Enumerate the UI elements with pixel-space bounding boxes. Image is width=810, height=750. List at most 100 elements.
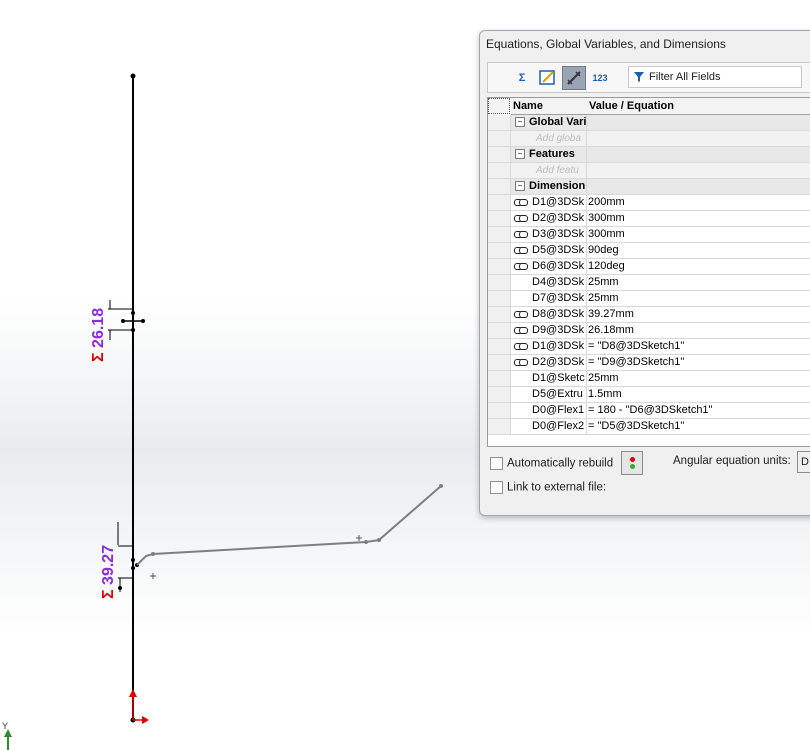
- sketch-point[interactable]: [118, 586, 122, 590]
- dimension-value-cell[interactable]: 25mm: [587, 275, 810, 291]
- dimension-lower[interactable]: Σ 39.27: [100, 545, 118, 599]
- dimension-name-cell[interactable]: D9@3DSk: [511, 323, 587, 339]
- filter-field[interactable]: Filter All Fields: [628, 66, 802, 88]
- sketch-point[interactable]: [364, 540, 368, 544]
- link-external-option[interactable]: Link to external file:: [490, 481, 606, 494]
- dimension-name-cell[interactable]: D1@3DSk: [511, 195, 587, 211]
- sketch-point[interactable]: [130, 73, 136, 79]
- dimension-name-cell[interactable]: D5@3DSk: [511, 243, 587, 259]
- equations-table[interactable]: Name Value / Equation − Global Vari Add g…: [487, 97, 810, 447]
- row-header: [488, 291, 511, 307]
- dimension-name-cell[interactable]: D4@3DSk: [511, 275, 587, 291]
- dimension-name-cell[interactable]: D2@3DSk: [511, 355, 587, 371]
- link-icon: [514, 326, 528, 334]
- dimension-value-cell[interactable]: 25mm: [587, 291, 810, 307]
- dimension-name: D1@3DSk: [532, 340, 585, 352]
- table-row[interactable]: D8@3DSk 39.27mm: [488, 307, 810, 323]
- dimension-value-cell[interactable]: 120deg: [587, 259, 810, 275]
- collapse-icon[interactable]: −: [515, 117, 525, 128]
- dimension-value-cell[interactable]: 90deg: [587, 243, 810, 259]
- sketch-equation-view-icon: [539, 70, 555, 85]
- dimension-value-cell[interactable]: 1.5mm: [587, 387, 810, 403]
- row-header-corner[interactable]: [488, 98, 510, 114]
- row-header: [488, 355, 511, 371]
- table-row[interactable]: D0@Flex1 = 180 - "D6@3DSketch1": [488, 403, 810, 419]
- link-external-checkbox[interactable]: [490, 481, 503, 494]
- dimension-name-cell[interactable]: D2@3DSk: [511, 211, 587, 227]
- table-row[interactable]: D4@3DSk 25mm: [488, 275, 810, 291]
- dimension-name-cell[interactable]: D6@3DSk: [511, 259, 587, 275]
- sketch-point[interactable]: [121, 319, 125, 323]
- add-global-input[interactable]: Add globa: [511, 131, 587, 147]
- dimension-upper[interactable]: Σ 26.18: [90, 308, 108, 362]
- dimension-value-cell[interactable]: 200mm: [587, 195, 810, 211]
- dimension-name: D4@3DSk: [532, 276, 585, 288]
- sketch-point[interactable]: [131, 328, 135, 332]
- dimension-view-button[interactable]: [562, 66, 586, 90]
- table-row[interactable]: D5@3DSk 90deg: [488, 243, 810, 259]
- dimension-name-cell[interactable]: D3@3DSk: [511, 227, 587, 243]
- dimension-name-cell[interactable]: D7@3DSk: [511, 291, 587, 307]
- sketch-point[interactable]: [141, 319, 145, 323]
- add-feature-input[interactable]: Add featu: [511, 163, 587, 179]
- sketch-point[interactable]: [377, 538, 381, 542]
- sketch-path-3d[interactable]: [136, 485, 442, 566]
- table-row[interactable]: D1@Sketc 25mm: [488, 371, 810, 387]
- collapse-icon[interactable]: −: [515, 181, 525, 192]
- dimension-value-cell[interactable]: = "D8@3DSketch1": [587, 339, 810, 355]
- collapse-icon[interactable]: −: [515, 149, 525, 160]
- add-feature-row[interactable]: Add featu: [488, 163, 810, 179]
- dimension-value-cell[interactable]: = "D9@3DSketch1": [587, 355, 810, 371]
- add-feature-placeholder: Add featu: [536, 165, 579, 176]
- sketch-point[interactable]: [131, 558, 135, 562]
- sketch-point[interactable]: [151, 552, 155, 556]
- auto-rebuild-checkbox[interactable]: [490, 457, 503, 470]
- table-row[interactable]: D5@Extru 1.5mm: [488, 387, 810, 403]
- table-row[interactable]: D0@Flex2 = "D5@3DSketch1": [488, 419, 810, 435]
- table-row[interactable]: D3@3DSk 300mm: [488, 227, 810, 243]
- sketch-point[interactable]: [439, 484, 443, 488]
- column-header-value[interactable]: Value / Equation: [587, 98, 810, 115]
- auto-rebuild-label: Automatically rebuild: [507, 457, 614, 470]
- link-icon: [514, 342, 528, 350]
- dimension-name-cell[interactable]: D8@3DSk: [511, 307, 587, 323]
- table-row[interactable]: D9@3DSk 26.18mm: [488, 323, 810, 339]
- dimension-name-cell[interactable]: D1@Sketc: [511, 371, 587, 387]
- equations-dialog[interactable]: Equations, Global Variables, and Dimensi…: [479, 30, 810, 516]
- table-row[interactable]: D1@3DSk 200mm: [488, 195, 810, 211]
- dimension-value-cell[interactable]: 300mm: [587, 211, 810, 227]
- group-global-variables[interactable]: − Global Vari: [488, 115, 810, 131]
- table-row[interactable]: D6@3DSk 120deg: [488, 259, 810, 275]
- dimension-name-cell[interactable]: D0@Flex2: [511, 419, 587, 435]
- sketch-point[interactable]: [131, 566, 135, 570]
- dimension-value-cell[interactable]: 39.27mm: [587, 307, 810, 323]
- column-header-name[interactable]: Name: [511, 98, 589, 115]
- equation-view-button[interactable]: Σ: [510, 66, 534, 90]
- dimension-name: D3@3DSk: [532, 228, 585, 240]
- dimension-value-cell[interactable]: = "D5@3DSketch1": [587, 419, 810, 435]
- table-row[interactable]: D2@3DSk = "D9@3DSketch1": [488, 355, 810, 371]
- dimension-value-cell[interactable]: 300mm: [587, 227, 810, 243]
- sketch-point[interactable]: [131, 311, 135, 315]
- table-row[interactable]: D2@3DSk 300mm: [488, 211, 810, 227]
- angular-units-select[interactable]: D: [797, 451, 810, 473]
- dimension-value-cell[interactable]: 25mm: [587, 371, 810, 387]
- dimension-value-cell[interactable]: = 180 - "D6@3DSketch1": [587, 403, 810, 419]
- dimension-value: 26.18: [90, 307, 107, 348]
- dimension-name-cell[interactable]: D1@3DSk: [511, 339, 587, 355]
- group-features[interactable]: − Features: [488, 147, 810, 163]
- add-feature-value: [587, 163, 810, 179]
- auto-rebuild-option[interactable]: Automatically rebuild: [490, 457, 613, 470]
- table-row[interactable]: D7@3DSk 25mm: [488, 291, 810, 307]
- add-global-variable-row[interactable]: Add globa: [488, 131, 810, 147]
- ordered-view-button[interactable]: 123: [588, 66, 612, 90]
- row-header: [488, 387, 511, 403]
- view-triad: [4, 729, 12, 750]
- dimension-name-cell[interactable]: D5@Extru: [511, 387, 587, 403]
- group-dimensions[interactable]: − Dimension: [488, 179, 810, 195]
- rebuild-traffic-light-button[interactable]: [621, 451, 643, 475]
- sketch-equation-view-button[interactable]: [536, 66, 560, 90]
- table-row[interactable]: D1@3DSk = "D8@3DSketch1": [488, 339, 810, 355]
- dimension-name-cell[interactable]: D0@Flex1: [511, 403, 587, 419]
- dimension-value-cell[interactable]: 26.18mm: [587, 323, 810, 339]
